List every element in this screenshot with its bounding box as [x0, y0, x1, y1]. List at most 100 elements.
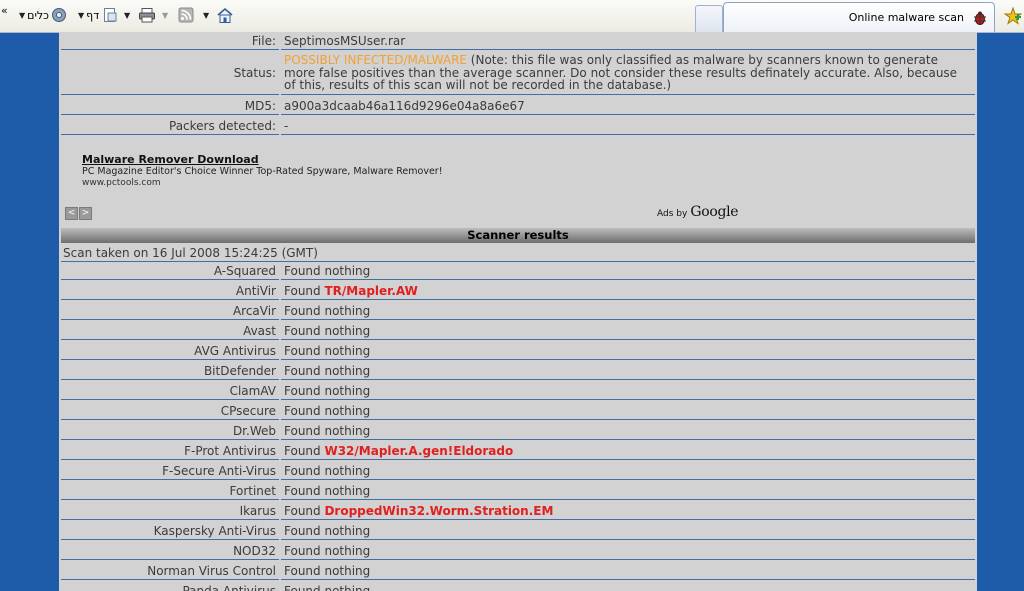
- ads-by-google-link[interactable]: Ads by Google: [657, 203, 739, 220]
- result-text: Found nothing: [284, 263, 371, 278]
- scanner-result-row: Dr.Web Found nothing: [59, 422, 977, 440]
- tools-menu-button[interactable]: ▼ כלים: [17, 6, 67, 24]
- scanner-result-row: Kaspersky Anti-Virus Found nothing: [59, 522, 977, 540]
- result-text: Found nothing: [284, 423, 371, 438]
- bug-icon: [974, 11, 986, 25]
- scanner-name: F-Secure Anti-Virus: [61, 462, 279, 480]
- gear-icon: [51, 8, 66, 22]
- md5-label: MD5:: [61, 97, 279, 115]
- scanner-name: NOD32: [61, 542, 279, 560]
- packers-label: Packers detected:: [61, 117, 279, 135]
- home-button[interactable]: [216, 6, 234, 24]
- file-label: File:: [61, 32, 279, 50]
- file-value: SeptimosMSUser.rar: [281, 32, 975, 50]
- scanner-name: Avast: [61, 322, 279, 340]
- scanner-result: Found TR/Mapler.AW: [281, 282, 975, 300]
- ad-url-link[interactable]: www.pctools.com: [82, 178, 161, 188]
- packers-row: Packers detected: -: [59, 117, 977, 135]
- scanner-name: Fortinet: [61, 482, 279, 500]
- scanner-result: Found nothing: [281, 542, 975, 560]
- scanner-result-row: Ikarus Found DroppedWin32.Worm.Stration.E…: [59, 502, 977, 520]
- status-label-text: Status:: [233, 66, 276, 81]
- result-text: Found nothing: [284, 463, 371, 478]
- home-dropdown-button[interactable]: ▼: [201, 6, 211, 24]
- threat-name: W32/Mapler.A.gen!Eldorado: [324, 443, 514, 458]
- scanner-result: Found nothing: [281, 562, 975, 580]
- scanner-result: Found nothing: [281, 422, 975, 440]
- scanner-results-header: Scanner results: [61, 227, 975, 243]
- scanner-result-row: A-Squared Found nothing: [59, 262, 977, 280]
- scanner-result-row: Norman Virus Control Found nothing: [59, 562, 977, 580]
- scanner-name: Dr.Web: [61, 422, 279, 440]
- md5-value: a900a3dcaab46a116d9296e04a8a6e67: [281, 97, 975, 115]
- result-text: Found: [284, 283, 325, 298]
- ad-next-button[interactable]: >: [79, 206, 92, 220]
- result-text: Found nothing: [284, 303, 371, 318]
- page-menu-button[interactable]: ▼ דף: [76, 6, 118, 24]
- scanner-name: Kaspersky Anti-Virus: [61, 522, 279, 540]
- scanner-result-row: ClamAV Found nothing: [59, 382, 977, 400]
- feeds-button[interactable]: [178, 6, 194, 24]
- scanner-name: F-Prot Antivirus: [61, 442, 279, 460]
- scanner-name: AVG Antivirus: [61, 342, 279, 360]
- page-dropdown-button[interactable]: ▼: [122, 6, 132, 24]
- result-text: Found: [284, 443, 325, 458]
- dropdown-arrow-icon: ▼: [19, 10, 26, 20]
- scanner-result: Found W32/Mapler.A.gen!Eldorado: [281, 442, 975, 460]
- chevrons-icon: «: [1, 3, 8, 17]
- tools-label: כלים: [27, 8, 49, 22]
- scan-taken-text: Scan taken on 16 Jul 2008 15:24:25 (GMT): [61, 243, 975, 262]
- scanner-result: Found nothing: [281, 262, 975, 280]
- scanner-name: Ikarus: [61, 502, 279, 520]
- result-text: Found nothing: [284, 583, 371, 591]
- ad-description: PC Magazine Editor's Choice Winner Top-R…: [82, 165, 443, 177]
- scanner-result: Found nothing: [281, 582, 975, 591]
- result-text: Found nothing: [284, 383, 371, 398]
- result-text: Found: [284, 503, 325, 518]
- scanner-result-row: Avast Found nothing: [59, 322, 977, 340]
- scanner-name: Panda Antivirus: [61, 582, 279, 591]
- tab-online-malware-scan[interactable]: Online malware scan: [723, 2, 995, 32]
- scanner-result: Found nothing: [281, 382, 975, 400]
- scanner-result-row: F-Secure Anti-Virus Found nothing: [59, 462, 977, 480]
- result-text: Found nothing: [284, 483, 371, 498]
- file-row: File: SeptimosMSUser.rar: [59, 32, 977, 50]
- scanner-name: CPsecure: [61, 402, 279, 420]
- google-ad-block: Malware Remover Download PC Magazine Edi…: [59, 135, 977, 227]
- scanner-result-row: CPsecure Found nothing: [59, 402, 977, 420]
- scanner-result-row: Fortinet Found nothing: [59, 482, 977, 500]
- scanner-name: BitDefender: [61, 362, 279, 380]
- scanner-name: Norman Virus Control: [61, 562, 279, 580]
- ad-navigation: < >: [65, 206, 92, 220]
- scanner-result-row: NOD32 Found nothing: [59, 542, 977, 560]
- scanner-result: Found nothing: [281, 482, 975, 500]
- tab-title: Online malware scan: [848, 11, 964, 24]
- dropdown-arrow-icon: ▼: [203, 10, 210, 20]
- ad-title-link[interactable]: Malware Remover Download: [82, 153, 259, 166]
- scanner-result: Found nothing: [281, 342, 975, 360]
- ad-prev-button[interactable]: <: [65, 206, 78, 220]
- page-icon: [104, 8, 117, 22]
- status-value: POSSIBLY INFECTED/MALWARE (Note: this fi…: [281, 52, 975, 95]
- chevron-overflow-button[interactable]: «: [1, 1, 8, 19]
- result-text: Found nothing: [284, 403, 371, 418]
- scanner-name: AntiVir: [61, 282, 279, 300]
- add-favorites-icon[interactable]: [1004, 7, 1022, 25]
- print-button[interactable]: ▼: [138, 6, 170, 24]
- google-logo: Google: [690, 203, 739, 220]
- home-icon: [217, 7, 233, 23]
- scan-report-panel: File: SeptimosMSUser.rar Status: POSSIBL…: [59, 32, 977, 591]
- dropdown-arrow-icon: ▼: [162, 10, 169, 20]
- scanner-result: Found DroppedWin32.Worm.Stration.EM: [281, 502, 975, 520]
- scanner-result: Found nothing: [281, 362, 975, 380]
- result-text: Found nothing: [284, 563, 371, 578]
- result-text: Found nothing: [284, 523, 371, 538]
- scanner-result: Found nothing: [281, 522, 975, 540]
- result-text: Found nothing: [284, 363, 371, 378]
- scanner-result-row: ArcaVir Found nothing: [59, 302, 977, 320]
- dropdown-arrow-icon: ▼: [124, 10, 131, 20]
- new-tab-button[interactable]: [695, 5, 723, 32]
- threat-name: TR/Mapler.AW: [324, 283, 418, 298]
- scanner-result-row: AntiVir Found TR/Mapler.AW: [59, 282, 977, 300]
- scanner-results-list: A-Squared Found nothing AntiVir Found TR/Ma…: [59, 262, 977, 591]
